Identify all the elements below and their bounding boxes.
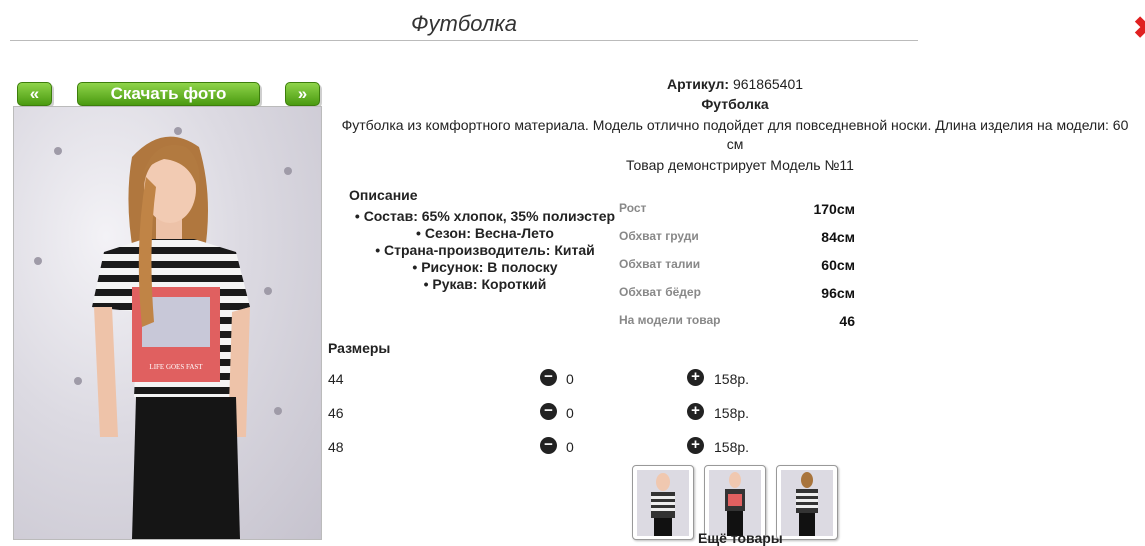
detail-item: Рукав: Короткий (330, 276, 640, 293)
detail-item: Рисунок: В полоску (330, 259, 640, 276)
size-label: 44 (328, 371, 344, 387)
measurement-row: Обхват талии 60см (619, 255, 855, 283)
page-title: Футболка (10, 8, 918, 41)
size-label: 48 (328, 439, 344, 455)
measurement-label: Обхват талии (619, 257, 701, 271)
prev-photo-button[interactable]: « (17, 82, 52, 106)
article-label: Артикул: (666, 76, 730, 92)
thumbnail-2[interactable] (704, 465, 766, 540)
price-value: 158р. (714, 371, 750, 387)
minus-circle-icon[interactable]: − (540, 437, 557, 454)
measurement-label: Обхват бёдер (619, 285, 701, 299)
plus-circle-icon[interactable]: + (687, 369, 704, 386)
thumbnail-image (709, 470, 761, 536)
size-row: 48 − 0 + 158р. (328, 437, 798, 461)
size-label: 46 (328, 405, 344, 421)
svg-text:LIFE GOES FAST: LIFE GOES FAST (149, 363, 203, 371)
price-value: 158р. (714, 405, 750, 421)
sizes-title: Размеры (328, 340, 391, 356)
download-photo-button[interactable]: Скачать фото (77, 82, 260, 106)
thumbnail-image (781, 470, 833, 536)
measurement-row: На модели товар 46 (619, 311, 855, 339)
measurement-value: 60см (821, 257, 855, 273)
model-info: Товар демонстрирует Модель №11 (626, 157, 854, 173)
detail-item: Состав: 65% хлопок, 35% полиэстер (330, 208, 640, 225)
measurement-value: 96см (821, 285, 855, 301)
size-row: 44 − 0 + 158р. (328, 369, 798, 393)
detail-item: Страна-производитель: Китай (330, 242, 640, 259)
more-products-label[interactable]: Ещё товары (698, 530, 783, 546)
product-description: Футболка из комфортного материала. Модел… (341, 117, 1129, 152)
model-figure: LIFE GOES FAST (92, 136, 250, 539)
measurement-value: 170см (813, 201, 855, 217)
plus-circle-icon[interactable]: + (687, 437, 704, 454)
measurement-row: Обхват бёдер 96см (619, 283, 855, 311)
thumbnail-1[interactable] (632, 465, 694, 540)
quantity-value: 0 (566, 439, 574, 455)
price-value: 158р. (714, 439, 750, 455)
measurement-label: Рост (619, 201, 647, 215)
measurement-row: Обхват груди 84см (619, 227, 855, 255)
measurement-row: Рост 170см (619, 199, 855, 227)
description-title: Описание (349, 187, 418, 203)
product-photo: LIFE GOES FAST (13, 106, 322, 540)
article-value: 961865401 (732, 76, 804, 92)
quantity-value: 0 (566, 371, 574, 387)
measurement-label: Обхват груди (619, 229, 699, 243)
thumbnail-image (637, 470, 689, 536)
plus-circle-icon[interactable]: + (687, 403, 704, 420)
size-row: 46 − 0 + 158р. (328, 403, 798, 427)
minus-circle-icon[interactable]: − (540, 369, 557, 386)
thumbnail-3[interactable] (776, 465, 838, 540)
product-name: Футболка (701, 96, 769, 112)
details-list: Состав: 65% хлопок, 35% полиэстер Сезон:… (330, 208, 640, 293)
measurement-value: 46 (839, 313, 855, 329)
measurement-value: 84см (821, 229, 855, 245)
measurement-label: На модели товар (619, 313, 721, 327)
article-line: Артикул: 961865401 (330, 76, 1140, 92)
close-icon[interactable]: ✖ (1133, 14, 1145, 44)
next-photo-button[interactable]: » (285, 82, 320, 106)
detail-item: Сезон: Весна-Лето (330, 225, 640, 242)
measurements-table: Рост 170см Обхват груди 84см Обхват тали… (619, 199, 855, 339)
minus-circle-icon[interactable]: − (540, 403, 557, 420)
quantity-value: 0 (566, 405, 574, 421)
